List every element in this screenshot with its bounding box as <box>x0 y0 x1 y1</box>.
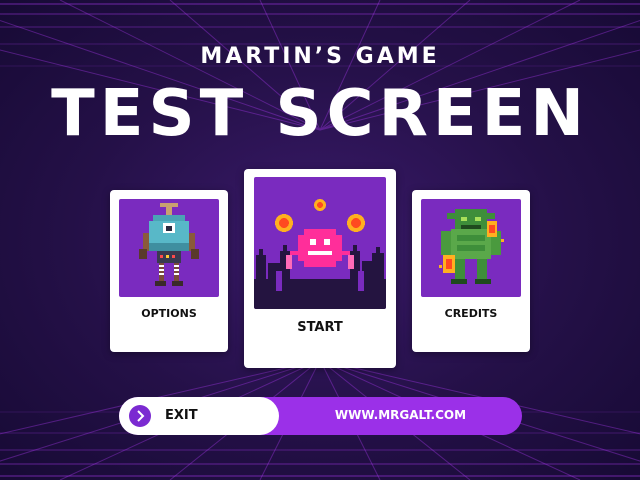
credits-label: CREDITS <box>444 307 498 320</box>
exit-button[interactable]: EXIT <box>119 397 279 435</box>
chevron-right-icon <box>137 410 145 422</box>
pink-alien-icon <box>254 199 386 309</box>
options-label: OPTIONS <box>141 307 197 320</box>
website-link[interactable]: WWW.MRGALT.COM <box>279 408 522 422</box>
exit-icon-circle <box>129 405 151 427</box>
exit-label: EXIT <box>165 408 198 423</box>
start-card-art <box>254 177 386 309</box>
bottom-bar: EXIT WWW.MRGALT.COM <box>119 397 522 435</box>
options-card[interactable]: OPTIONS <box>110 190 228 352</box>
page-title: TEST SCREEN <box>51 77 589 151</box>
credits-card[interactable]: CREDITS <box>412 190 530 352</box>
robot-icon <box>139 203 199 286</box>
game-subtitle: MARTIN’S GAME <box>200 44 440 69</box>
start-card[interactable]: START <box>244 169 396 368</box>
green-monster-icon <box>439 209 504 284</box>
start-label: START <box>297 320 343 335</box>
options-card-art <box>119 199 219 297</box>
credits-card-art <box>421 199 521 297</box>
